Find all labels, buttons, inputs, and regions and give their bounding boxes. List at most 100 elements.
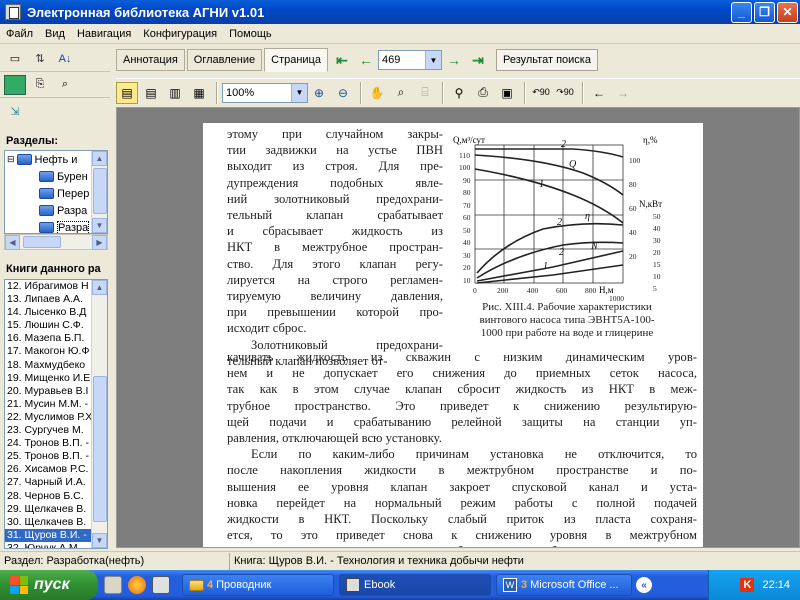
find-icon[interactable]: ⚲ bbox=[448, 82, 470, 104]
book-list-item[interactable]: 14. Лысенко В.Д bbox=[5, 306, 91, 319]
close-button[interactable]: ✕ bbox=[777, 1, 798, 23]
text-line: дупреждения подобных явле- bbox=[227, 175, 443, 190]
chevron-down-icon[interactable]: ▼ bbox=[424, 51, 441, 69]
page-icon[interactable]: ▤ bbox=[116, 81, 138, 104]
menu-view[interactable]: Вид bbox=[39, 28, 71, 40]
book-list-item[interactable]: 24. Тронов В.П. - bbox=[5, 437, 91, 450]
zoom-in-icon[interactable]: ⊕ bbox=[308, 82, 330, 104]
task-explorer[interactable]: 4 Проводник bbox=[182, 574, 334, 596]
search-icon[interactable]: ⌕ bbox=[54, 75, 76, 95]
book-list-item[interactable]: 12. Ибрагимов Н bbox=[5, 280, 91, 293]
book-list-item[interactable]: 17. Макогон Ю.Ф bbox=[5, 345, 91, 358]
page-image-icon[interactable]: ▥ bbox=[164, 82, 186, 104]
zoom-out-icon[interactable]: ⊖ bbox=[332, 82, 354, 104]
book-list-item[interactable]: 21. Мусин М.М. - bbox=[5, 398, 91, 411]
rotate-right-icon[interactable]: ↷90 bbox=[554, 82, 576, 104]
svg-text:90: 90 bbox=[463, 176, 471, 185]
title-bar[interactable]: Электронная библиотека АГНИ v1.01 _ ❐ ✕ bbox=[0, 0, 800, 24]
menu-configuration[interactable]: Конфигурация bbox=[137, 28, 223, 40]
hscroll-thumb[interactable] bbox=[23, 236, 61, 248]
text-select-icon[interactable]: ⌸ bbox=[414, 82, 436, 104]
chevron-left-icon[interactable]: « bbox=[636, 577, 652, 593]
exit-icon[interactable]: ⇲ bbox=[4, 101, 26, 121]
minimize-button[interactable]: _ bbox=[731, 1, 752, 23]
next-page-icon[interactable]: → bbox=[444, 50, 464, 70]
book-list-item[interactable]: 32. Юрчук А.М. bbox=[5, 542, 91, 548]
sections-tree[interactable]: ⊟ Нефть и Бурен Перер Разра Разра ▲ ▼ bbox=[4, 150, 108, 234]
page-text-icon[interactable]: ▤ bbox=[140, 82, 162, 104]
book-list-item[interactable]: 18. Махмудбеко bbox=[5, 359, 91, 372]
zoom-area-icon[interactable]: ⌕ bbox=[390, 82, 412, 104]
books-list[interactable]: 12. Ибрагимов Н 13. Липаев А.А. 14. Лысенк… bbox=[4, 279, 108, 549]
scroll-down-icon[interactable]: ▼ bbox=[92, 533, 107, 548]
hand-icon[interactable]: ✋ bbox=[366, 82, 388, 104]
scroll-up-icon[interactable]: ▲ bbox=[92, 280, 107, 295]
tab-page[interactable]: Страница bbox=[264, 48, 328, 72]
save-icon[interactable]: ▭ bbox=[4, 49, 26, 69]
book-list-item[interactable]: 13. Липаев А.А. bbox=[5, 293, 91, 306]
rotate-left-icon[interactable]: ↶90 bbox=[530, 82, 552, 104]
book-list-item[interactable]: 16. Мазепа Б.П. bbox=[5, 332, 91, 345]
svg-text:50: 50 bbox=[463, 226, 471, 235]
folder-icon bbox=[39, 171, 54, 182]
maximize-button[interactable]: ❐ bbox=[754, 1, 775, 23]
back-arrow-icon[interactable]: ← bbox=[588, 82, 610, 104]
book-list-item[interactable]: 30. Щелкачев В. bbox=[5, 516, 91, 529]
page-number-combo[interactable]: 469 ▼ bbox=[377, 50, 442, 70]
book-list-item[interactable]: 23. Сургучев М. bbox=[5, 424, 91, 437]
book-list-item[interactable]: 27. Чарный И.А. bbox=[5, 476, 91, 489]
sort-numeric-icon[interactable]: ⇅ bbox=[29, 49, 51, 69]
svg-text:Q: Q bbox=[569, 159, 577, 170]
search-result-button[interactable]: Результат поиска bbox=[495, 49, 598, 71]
scroll-left-icon[interactable]: ◀ bbox=[5, 235, 20, 250]
menu-help[interactable]: Помощь bbox=[223, 28, 278, 40]
task-ebook[interactable]: Ebook bbox=[339, 574, 491, 596]
book-list-item[interactable]: 29. Щелкачев В. bbox=[5, 503, 91, 516]
books-scrollbar[interactable]: ▲ ▼ bbox=[91, 280, 107, 548]
forward-arrow-icon[interactable]: → bbox=[612, 82, 634, 104]
start-button[interactable]: пуск bbox=[0, 570, 98, 600]
page-copy-icon[interactable]: ▦ bbox=[188, 82, 210, 104]
first-page-icon[interactable]: ⇤ bbox=[332, 50, 352, 70]
show-desktop-icon[interactable] bbox=[104, 576, 122, 594]
book-list-item[interactable]: 20. Муравьев В.I bbox=[5, 385, 91, 398]
page-select-icon[interactable]: ⎘ bbox=[29, 75, 51, 95]
text-line: пространстве, клапан снова сработает и с… bbox=[227, 543, 697, 547]
scroll-down-icon[interactable]: ▼ bbox=[92, 218, 107, 233]
book-list-item[interactable]: 22. Муслимов Р.Х bbox=[5, 411, 91, 424]
tree-scrollbar[interactable]: ▲ ▼ bbox=[91, 151, 107, 233]
image-view-icon[interactable] bbox=[4, 74, 26, 95]
book-list-item[interactable]: 15. Люшин С.Ф. bbox=[5, 319, 91, 332]
folder-icon bbox=[39, 205, 54, 216]
scroll-up-icon[interactable]: ▲ bbox=[92, 151, 107, 166]
antivirus-icon[interactable]: K bbox=[740, 578, 755, 592]
tab-contents[interactable]: Оглавление bbox=[186, 49, 263, 71]
save-icon[interactable]: ▣ bbox=[496, 82, 518, 104]
book-list-item[interactable]: 26. Хисамов Р.С. bbox=[5, 463, 91, 476]
chevron-down-icon[interactable]: ▼ bbox=[291, 83, 307, 102]
menu-navigation[interactable]: Навигация bbox=[71, 28, 137, 40]
svg-text:60: 60 bbox=[629, 204, 637, 213]
sort-alpha-icon[interactable]: A↓ bbox=[54, 49, 76, 69]
menu-file[interactable]: Файл bbox=[0, 28, 39, 40]
media-icon[interactable] bbox=[152, 576, 170, 594]
clock[interactable]: 22:14 bbox=[762, 579, 790, 591]
svg-text:30: 30 bbox=[653, 236, 661, 245]
print-icon[interactable]: ⎙ bbox=[472, 82, 494, 104]
book-list-item[interactable]: 25. Тронов В.П. - bbox=[5, 450, 91, 463]
svg-text:η: η bbox=[585, 211, 590, 222]
tree-hscrollbar[interactable]: ◀ ▶ bbox=[4, 234, 108, 250]
tab-annotation[interactable]: Аннотация bbox=[116, 49, 185, 71]
book-list-item[interactable]: 28. Чернов Б.С. bbox=[5, 490, 91, 503]
book-list-item[interactable]: 31. Щуров В.И. - bbox=[5, 528, 91, 542]
last-page-icon[interactable]: ⇥ bbox=[468, 50, 488, 70]
prev-page-icon[interactable]: ← bbox=[356, 50, 376, 70]
scroll-thumb[interactable] bbox=[93, 376, 107, 522]
task-office[interactable]: W 3 Microsoft Office ... bbox=[496, 574, 632, 596]
browser-icon[interactable] bbox=[128, 576, 146, 594]
zoom-combo[interactable]: 100% ▼ bbox=[222, 82, 308, 103]
book-list-item[interactable]: 19. Мищенко И.Е bbox=[5, 372, 91, 385]
scroll-right-icon[interactable]: ▶ bbox=[92, 235, 107, 250]
document-viewer[interactable]: этому при случайном закры-тии задвижки н… bbox=[116, 107, 800, 548]
scroll-thumb[interactable] bbox=[93, 168, 107, 214]
